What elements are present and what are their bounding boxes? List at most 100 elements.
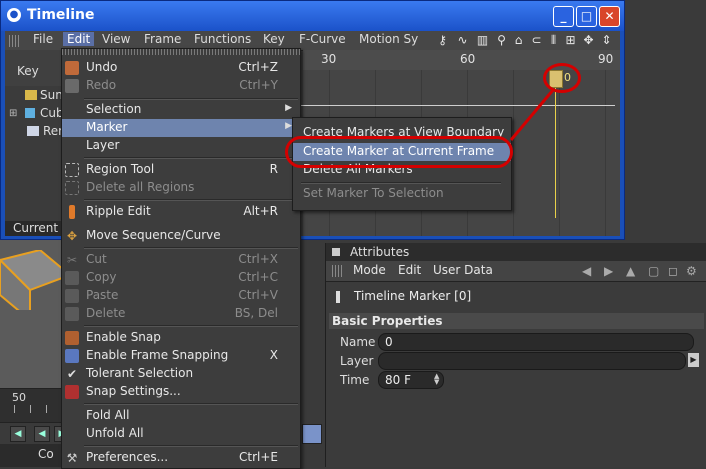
menu-item-layer[interactable]: Layer	[62, 137, 300, 155]
move-icon[interactable]: ✥	[581, 33, 596, 48]
menu-item-unfold-all[interactable]: Unfold All	[62, 425, 300, 443]
menu-item-label: Tolerant Selection	[86, 366, 194, 380]
menu-item-tolerant-selection[interactable]: ✔ Tolerant Selection	[62, 365, 300, 383]
name-label: Name	[340, 335, 376, 349]
menu-frame[interactable]: Frame	[144, 32, 181, 46]
frame-range-icon[interactable]: ⫴	[546, 33, 561, 48]
menu-item-snap-settings[interactable]: Snap Settings...	[62, 383, 300, 401]
menu-item-selection[interactable]: Selection ▶	[62, 101, 300, 119]
cube-object	[0, 250, 70, 310]
go-start-icon[interactable]: ◀	[10, 426, 26, 442]
menu-file[interactable]: File	[33, 32, 53, 46]
zoom-icon[interactable]: ⚲	[494, 33, 509, 48]
redo-icon	[65, 79, 79, 93]
menu-edit[interactable]: Edit	[63, 32, 95, 46]
basic-properties-header[interactable]: Basic Properties	[329, 313, 704, 329]
delete-icon	[65, 307, 79, 321]
menu-functions[interactable]: Functions	[194, 32, 251, 46]
maximize-button[interactable]: □	[576, 6, 597, 27]
attributes-titlebar: Attributes	[326, 243, 706, 261]
menu-separator	[84, 199, 298, 201]
menu-item-enable-frame-snapping[interactable]: Enable Frame Snapping X	[62, 347, 300, 365]
menu-item-shortcut: Ctrl+E	[239, 450, 278, 464]
menu-motion-system[interactable]: Motion Sy	[359, 32, 418, 46]
attr-menu-edit[interactable]: Edit	[398, 263, 421, 277]
menu-f-curve[interactable]: F-Curve	[299, 32, 346, 46]
settings-icon[interactable]: ⚙	[686, 264, 697, 278]
menu-item-preferences[interactable]: ⚒ Preferences... Ctrl+E	[62, 449, 300, 467]
menu-item-cut[interactable]: ✂ Cut Ctrl+X	[62, 251, 300, 269]
paste-icon	[65, 289, 79, 303]
annotation-marker-circle	[543, 63, 581, 93]
annotation-highlight-ring	[285, 136, 513, 168]
menu-item-shortcut: Ctrl+Z	[238, 60, 278, 74]
menu-item-label: Undo	[86, 60, 118, 74]
snap-icon	[65, 331, 79, 345]
tree-item-sun[interactable]: Sun	[40, 88, 63, 102]
lock-icon[interactable]: ▢	[648, 264, 659, 278]
menu-item-copy[interactable]: Copy Ctrl+C	[62, 269, 300, 287]
back-arrow-icon[interactable]: ◀	[582, 264, 591, 278]
play-back-icon[interactable]: ◀	[34, 426, 50, 442]
menu-item-move-sequence[interactable]: ✥ Move Sequence/Curve	[62, 227, 300, 245]
menu-item-marker[interactable]: Marker ▶	[62, 119, 300, 137]
menu-item-delete-all-regions[interactable]: Delete all Regions	[62, 179, 300, 197]
grip-icon[interactable]	[9, 35, 21, 47]
fcurve-mode-icon[interactable]: ∿	[455, 33, 470, 48]
track-separator	[298, 105, 615, 106]
attributes-title: Attributes	[350, 245, 410, 259]
menu-view[interactable]: View	[102, 32, 130, 46]
menu-key[interactable]: Key	[263, 32, 285, 46]
name-row: Name 0	[326, 333, 706, 351]
menu-item-shortcut: R	[269, 162, 278, 176]
minimize-button[interactable]: _	[553, 6, 574, 27]
menu-item-label: Paste	[86, 288, 119, 302]
expand-icon[interactable]: ⊞	[9, 108, 17, 119]
current-label: Current	[13, 221, 59, 235]
menu-item-shortcut: BS, Del	[234, 306, 278, 320]
menu-item-paste[interactable]: Paste Ctrl+V	[62, 287, 300, 305]
menu-item-label: Copy	[86, 270, 117, 284]
menu-item-label: Marker	[86, 120, 128, 134]
menu-item-delete[interactable]: Delete BS, Del	[62, 305, 300, 323]
attr-menu-user-data[interactable]: User Data	[433, 263, 493, 277]
forward-arrow-icon[interactable]: ▶	[604, 264, 613, 278]
key-mode-icon[interactable]: ⚷	[435, 33, 450, 48]
timeline-titlebar[interactable]: ● Timeline _ □ ✕	[1, 1, 624, 31]
grip-icon[interactable]	[332, 265, 344, 277]
ruler-label-60: 60	[460, 52, 476, 66]
menu-item-label: Redo	[86, 78, 117, 92]
time-stepper-icon[interactable]: ▲ ▼	[434, 373, 439, 386]
name-field[interactable]: 0	[378, 333, 694, 351]
up-arrow-icon[interactable]: ▲	[626, 264, 635, 278]
menu-item-label: Enable Snap	[86, 330, 161, 344]
link-icon[interactable]: ⊂	[529, 33, 544, 48]
layer-arrow-icon[interactable]: ▶	[688, 353, 699, 367]
attr-menu-mode[interactable]: Mode	[353, 263, 386, 277]
menu-item-label: Region Tool	[86, 162, 155, 176]
menu-item-shortcut: Ctrl+C	[238, 270, 278, 284]
home-icon[interactable]: ⌂	[511, 33, 526, 48]
layout-icon[interactable]	[302, 424, 322, 444]
menu-item-undo[interactable]: Undo Ctrl+Z	[62, 59, 300, 77]
add-icon[interactable]: ⊞	[563, 33, 578, 48]
grid-line	[559, 70, 560, 236]
object-title: Timeline Marker [0]	[336, 289, 471, 303]
menu-item-label: Ripple Edit	[86, 204, 151, 218]
menu-item-redo[interactable]: Redo Ctrl+Y	[62, 77, 300, 95]
menu-item-region-tool[interactable]: Region Tool R	[62, 161, 300, 179]
new-panel-icon[interactable]: ◻	[668, 264, 678, 278]
close-button[interactable]: ✕	[599, 6, 620, 27]
menu-grip[interactable]	[62, 49, 300, 55]
down-arrow-icon[interactable]: ⇕	[599, 33, 614, 48]
menu-item-label: Unfold All	[86, 426, 144, 440]
submenu-item-set-marker-to-selection[interactable]: Set Marker To Selection	[293, 185, 511, 203]
motion-mode-icon[interactable]: ▥	[475, 33, 490, 48]
layer-field[interactable]	[378, 352, 686, 370]
object-name: Timeline Marker [0]	[354, 289, 472, 303]
menu-item-fold-all[interactable]: Fold All	[62, 407, 300, 425]
menu-item-enable-snap[interactable]: Enable Snap	[62, 329, 300, 347]
frame-snap-icon	[65, 349, 79, 363]
menu-separator	[301, 182, 501, 184]
menu-item-ripple-edit[interactable]: Ripple Edit Alt+R	[62, 203, 300, 221]
